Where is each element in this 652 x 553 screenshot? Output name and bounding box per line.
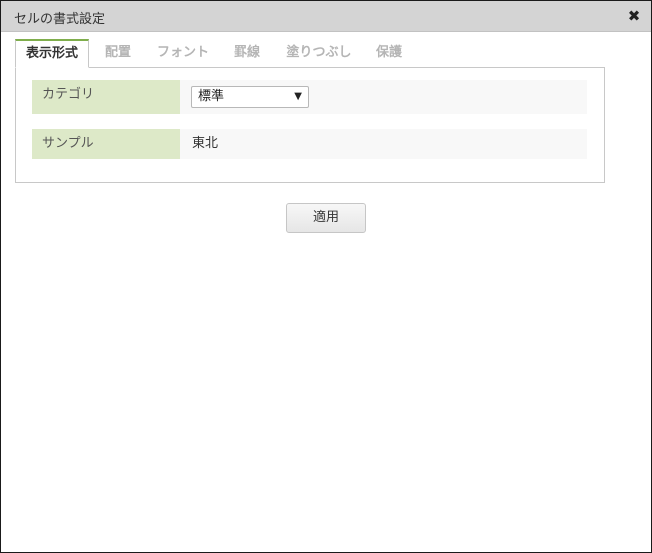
tab-font[interactable]: フォント: [151, 39, 215, 68]
tab-border[interactable]: 罫線: [225, 39, 269, 68]
category-select-value: 標準: [198, 89, 225, 104]
category-label: カテゴリ: [32, 80, 180, 114]
sample-label: サンプル: [32, 129, 180, 159]
tab-number-format[interactable]: 表示形式: [15, 39, 89, 68]
sample-row: サンプル 東北: [32, 129, 587, 159]
dialog-titlebar: セルの書式設定 ✖: [1, 1, 651, 32]
chevron-down-icon: ▼: [294, 91, 302, 102]
close-icon[interactable]: ✖: [626, 7, 642, 25]
number-format-panel: カテゴリ 標準 ▼ サンプル 東北: [15, 67, 605, 183]
sample-value: 東北: [192, 136, 219, 151]
category-row: カテゴリ 標準 ▼: [32, 80, 587, 114]
format-cells-dialog: セルの書式設定 ✖ 表示形式 配置 フォント 罫線 塗りつぶし 保護 カテゴリ …: [0, 0, 652, 553]
tab-bar: 表示形式 配置 フォント 罫線 塗りつぶし 保護: [15, 39, 615, 68]
tab-alignment[interactable]: 配置: [93, 39, 143, 68]
tab-fill[interactable]: 塗りつぶし: [281, 39, 357, 68]
category-select[interactable]: 標準 ▼: [191, 86, 309, 108]
tab-protection[interactable]: 保護: [367, 39, 411, 68]
apply-button[interactable]: 適用: [286, 203, 366, 233]
dialog-title: セルの書式設定: [14, 12, 106, 27]
